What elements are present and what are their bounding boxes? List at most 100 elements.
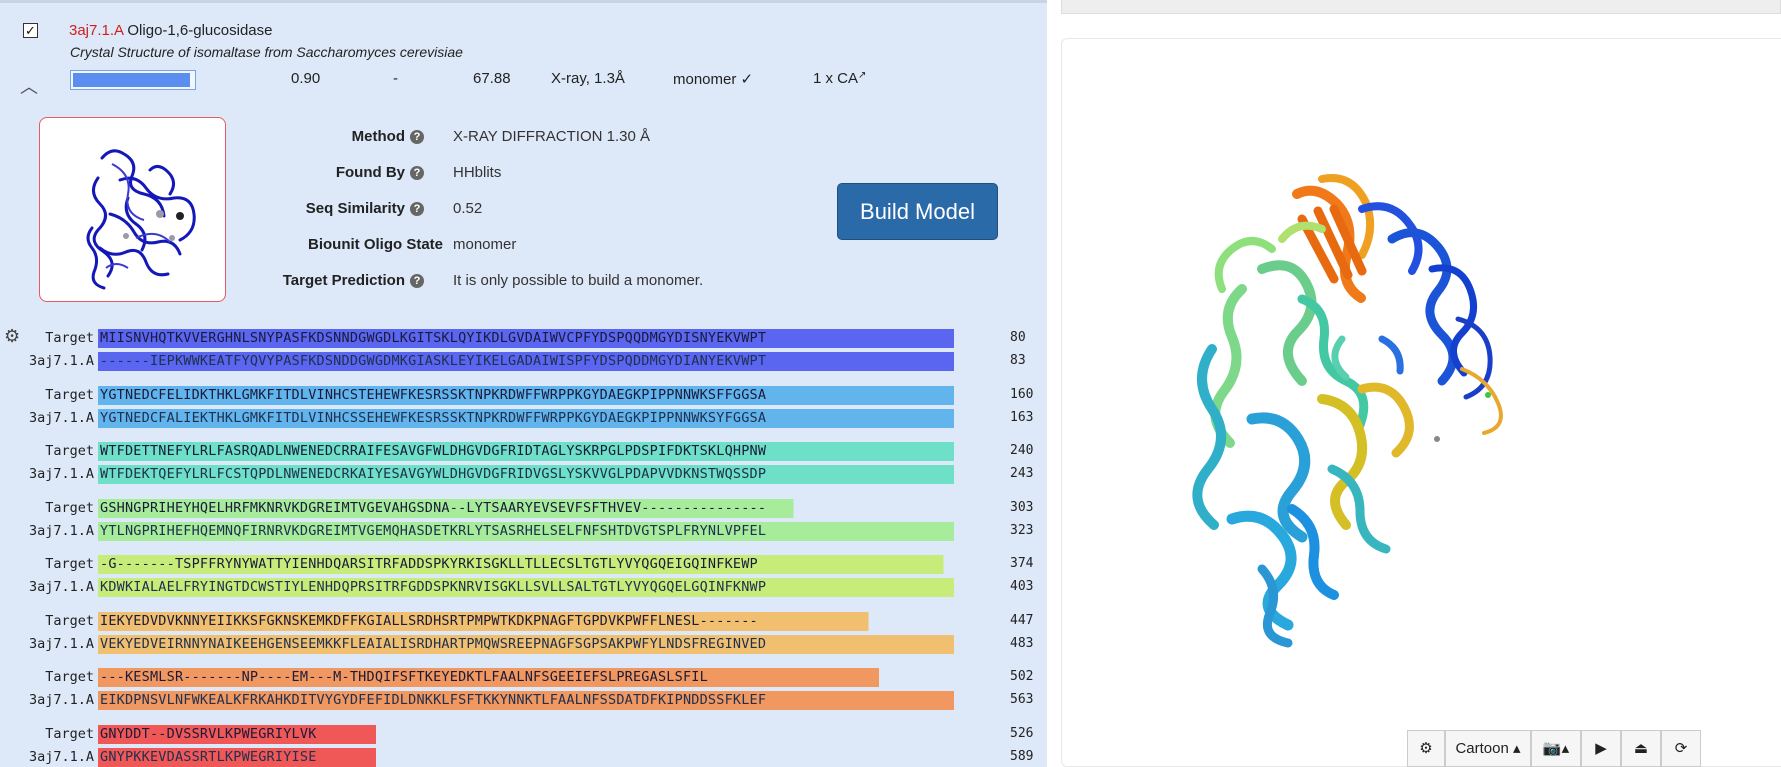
template-header: ✓ 3aj7.1.A Oligo-1,6-glucosidase Crystal… — [0, 13, 1047, 60]
template-label: 3aj7.1.A — [28, 522, 94, 539]
template-label: 3aj7.1.A — [28, 748, 94, 765]
template-sequence[interactable]: WTFDEKTQEFYLRLFCSTQPDLNWENEDCRKAIYESAVGY… — [98, 465, 991, 484]
alignment-block: Target YGTNEDCFELIDKTHKLGMKFITDLVINHCSTEH… — [0, 384, 1047, 432]
help-icon[interactable]: ? — [410, 274, 424, 288]
target-row: Target ---KESMLSR-------NP----EM---M-THDQ… — [0, 666, 1047, 688]
target-row: Target WTFDETTNEFYLRLFASRQADLNWENEDCRRAIF… — [0, 440, 1047, 462]
found-by-value: HHblits — [453, 164, 502, 181]
target-label: Target — [45, 330, 94, 346]
target-label: Target — [45, 669, 94, 685]
target-prediction-row: Target Prediction? It is only possible t… — [200, 272, 760, 294]
method-row: Method? X-RAY DIFFRACTION 1.30 Å — [200, 128, 760, 150]
template-position: 483 — [1010, 635, 1034, 651]
caret-up-icon: ▴ — [1513, 740, 1521, 757]
seq-similarity-label: Seq Similarity — [305, 200, 405, 217]
method-short-value: X-ray, 1.3Å — [551, 70, 625, 87]
external-link-icon[interactable]: ↗ — [858, 70, 866, 81]
target-position: 502 — [1010, 669, 1034, 684]
target-sequence[interactable]: YGTNEDCFELIDKTHKLGMKFITDLVINHCSTEHEWFKES… — [98, 385, 991, 405]
coverage-bar — [70, 70, 196, 90]
target-row: Target GNYDDT--DVSSRVLKPWEGRIYLVK 526 — [0, 723, 1047, 745]
help-icon[interactable]: ? — [410, 130, 424, 144]
seq-similarity-value: 0.52 — [453, 200, 483, 217]
target-position: 374 — [1010, 556, 1034, 571]
template-sequence[interactable]: GNYPKKEVDASSRTLKPWEGRIYISE — [98, 747, 991, 767]
template-name: Oligo-1,6-glucosidase — [127, 22, 273, 39]
protein-thumbnail-icon — [86, 149, 196, 290]
alignment-block: Target WTFDETTNEFYLRLFASRQADLNWENEDCRRAIF… — [0, 440, 1047, 488]
template-sequence[interactable]: KDWKIALAELFRYINGTDCWSTIYLENHDQPRSITRFGDD… — [98, 578, 991, 597]
template-position: 323 — [1010, 522, 1034, 538]
seq-similarity-row: Seq Similarity? 0.52 — [200, 200, 760, 222]
horizontal-scrollbar[interactable] — [1061, 0, 1781, 14]
template-row: 3aj7.1.A WTFDEKTQEFYLRLFCSTQPDLNWENEDCRKA… — [0, 463, 1047, 485]
method-label: Method — [351, 128, 405, 145]
refresh-icon[interactable]: ⟳ — [1661, 730, 1701, 767]
template-title: 3aj7.1.A Oligo-1,6-glucosidase — [69, 22, 272, 39]
target-row: Target IEKYEDVDVKNNYEIIKKSFGKNSKEMKDFFKGI… — [0, 610, 1047, 632]
template-label: 3aj7.1.A — [28, 692, 94, 708]
template-sequence[interactable]: EIKDPNSVLNFWKEALKFRKAHKDITVYGYDFEFIDLDNK… — [98, 691, 991, 710]
screenshot-camera-icon[interactable]: 📷▴ — [1531, 730, 1581, 767]
collapse-chevron-icon[interactable]: ︿ — [20, 73, 38, 99]
3d-structure-viewer[interactable] — [1061, 38, 1781, 767]
ligands-text[interactable]: 1 x CA — [813, 70, 858, 87]
target-position: 447 — [1010, 612, 1034, 628]
template-position: 83 — [1010, 353, 1026, 368]
biounit-oligo-value: monomer — [453, 236, 517, 253]
target-position: 526 — [1010, 725, 1034, 741]
target-row: Target MIISNVHQTKVVERGHNLSNYPASFKDSNNDGWG… — [0, 327, 1047, 349]
help-icon[interactable]: ? — [410, 202, 424, 216]
target-sequence[interactable]: WTFDETTNEFYLRLFASRQADLNWENEDCRRAIFESAVGF… — [98, 442, 991, 461]
target-sequence[interactable]: ---KESMLSR-------NP----EM---M-THDQIFSFTK… — [98, 668, 991, 687]
target-row: Target YGTNEDCFELIDKTHKLGMKFITDLVINHCSTEH… — [0, 384, 1047, 406]
target-prediction-value: It is only possible to build a monomer. — [453, 272, 704, 289]
target-sequence[interactable]: GSHNGPRIHEYHQELHRFMKNRVKDGREIMTVGEVAHGSD… — [98, 498, 991, 518]
template-row: 3aj7.1.A YTLNGPRIHEFHQEMNQFIRNRVKDGREIMTV… — [0, 520, 1047, 542]
template-row: 3aj7.1.A VEKYEDVEIRNNYNAIKEEHGENSEEMKKFLE… — [0, 633, 1047, 655]
found-by-label: Found By — [335, 164, 405, 181]
target-row: Target GSHNGPRIHEYHQELHRFMKNRVKDGREIMTVGE… — [0, 497, 1047, 519]
found-by-row: Found By? HHblits — [200, 164, 760, 186]
help-icon[interactable]: ? — [410, 166, 424, 180]
template-row: 3aj7.1.A KDWKIALAELFRYINGTDCWSTIYLENHDQPR… — [0, 576, 1047, 598]
template-label: 3aj7.1.A — [28, 466, 94, 482]
qmean-value: - — [393, 70, 398, 87]
template-sequence[interactable]: YGTNEDCFALIEKTHKLGMKFITDLVINHCSSEHEWFKES… — [98, 408, 991, 428]
eject-icon[interactable]: ⏏ — [1621, 730, 1661, 767]
template-position: 243 — [1010, 466, 1034, 481]
template-row: 3aj7.1.A EIKDPNSVLNFWKEALKFRKAHKDITVYGYDF… — [0, 689, 1047, 711]
alignment-block: Target GNYDDT--DVSSRVLKPWEGRIYLVK 526 3aj7.… — [0, 723, 1047, 767]
target-label: Target — [45, 499, 94, 516]
target-label: Target — [45, 386, 94, 403]
alignment-block: Target -G-------TSPFFRYNYWATTYIENHDQARSIT… — [0, 553, 1047, 601]
template-panel: ✓ 3aj7.1.A Oligo-1,6-glucosidase Crystal… — [0, 0, 1047, 767]
style-dropdown[interactable]: Cartoon ▴ — [1445, 730, 1531, 767]
structure-viewer-panel: ⚙ Cartoon ▴ 📷▴ ▶ ⏏ ⟳ — [1047, 0, 1781, 767]
template-stats-row: ︿ 0.90 - 67.88 X-ray, 1.3Å monomer ✓ 1 x… — [0, 65, 1047, 97]
target-position: 80 — [1010, 330, 1026, 345]
target-prediction-label: Target Prediction — [282, 272, 405, 289]
template-sequence[interactable]: ------IEPKWWKEATFYQVYPASFKDSNDDGWGDMKGIA… — [98, 352, 991, 371]
gmqe-value: 0.90 — [291, 70, 321, 87]
target-sequence[interactable]: -G-------TSPFFRYNYWATTYIENHDQARSITRFADDS… — [98, 555, 991, 574]
template-row: 3aj7.1.A ------IEPKWWKEATFYQVYPASFKDSNDDG… — [0, 350, 1047, 372]
template-thumbnail[interactable] — [39, 117, 226, 302]
template-sequence[interactable]: YTLNGPRIHEFHQEMNQFIRNRVKDGREIMTVGEMQHASD… — [98, 521, 991, 541]
template-sequence[interactable]: VEKYEDVEIRNNYNAIKEEHGENSEEMKKFLEAIALISRD… — [98, 634, 991, 654]
template-description: Crystal Structure of isomaltase from Sac… — [70, 44, 463, 60]
coverage-bar-fill — [73, 73, 191, 87]
target-sequence[interactable]: MIISNVHQTKVVERGHNLSNYPASFKDSNNDGWGDLKGIT… — [98, 329, 991, 348]
target-label: Target — [45, 725, 94, 742]
template-position: 403 — [1010, 579, 1034, 594]
viewer-settings-gear-icon[interactable]: ⚙ — [1407, 730, 1445, 767]
template-checkbox[interactable]: ✓ — [23, 23, 38, 38]
template-position: 589 — [1010, 748, 1034, 764]
template-pdb-link[interactable]: 3aj7.1.A — [69, 22, 123, 39]
target-sequence[interactable]: GNYDDT--DVSSRVLKPWEGRIYLVK — [98, 724, 991, 744]
ligands-value[interactable]: 1 x CA↗ — [813, 70, 866, 87]
target-position: 240 — [1010, 443, 1034, 458]
target-sequence[interactable]: IEKYEDVDVKNNYEIIKKSFGKNSKEMKDFFKGIALLSRD… — [98, 611, 991, 631]
build-model-button[interactable]: Build Model — [837, 183, 998, 240]
play-icon[interactable]: ▶ — [1581, 730, 1621, 767]
